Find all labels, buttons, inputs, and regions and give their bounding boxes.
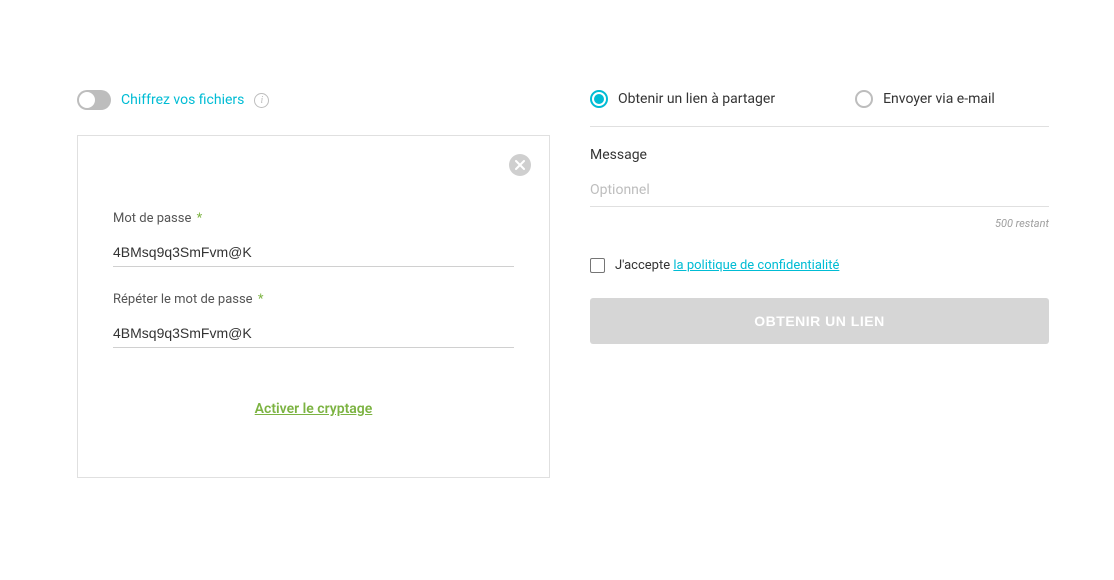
radio-link	[590, 90, 608, 108]
repeat-password-label: Répéter le mot de passe *	[113, 292, 514, 307]
encrypt-toggle[interactable]	[77, 90, 111, 110]
password-card: Mot de passe * Répéter le mot de passe *…	[77, 135, 550, 478]
message-label: Message	[590, 147, 1049, 163]
radio-link-label: Obtenir un lien à partager	[618, 91, 775, 107]
close-button[interactable]	[509, 154, 531, 176]
repeat-password-field-group: Répéter le mot de passe *	[113, 292, 514, 348]
password-input[interactable]	[113, 238, 514, 267]
radio-option-link[interactable]: Obtenir un lien à partager	[590, 90, 775, 108]
encrypt-toggle-label: Chiffrez vos fichiers	[121, 92, 244, 108]
radio-email-label: Envoyer via e-mail	[883, 91, 995, 107]
required-star: *	[193, 211, 202, 226]
password-label-text: Mot de passe	[113, 211, 191, 226]
toggle-knob	[79, 92, 95, 108]
password-field-group: Mot de passe *	[113, 211, 514, 267]
info-icon[interactable]: i	[254, 93, 269, 108]
activate-encryption-link[interactable]: Activer le cryptage	[255, 401, 373, 417]
close-icon	[515, 160, 525, 170]
password-label: Mot de passe *	[113, 211, 514, 226]
privacy-policy-link[interactable]: la politique de confidentialité	[673, 258, 839, 273]
repeat-password-input[interactable]	[113, 319, 514, 348]
accept-row: J'accepte la politique de confidentialit…	[590, 258, 1049, 273]
radio-email	[855, 90, 873, 108]
repeat-password-label-text: Répéter le mot de passe	[113, 292, 253, 307]
message-counter: 500 restant	[590, 217, 1049, 230]
encrypt-toggle-row: Chiffrez vos fichiers i	[77, 90, 550, 110]
accept-text: J'accepte la politique de confidentialit…	[615, 258, 839, 273]
message-input[interactable]	[590, 178, 1049, 207]
get-link-button[interactable]: OBTENIR UN LIEN	[590, 298, 1049, 344]
accept-checkbox[interactable]	[590, 258, 605, 273]
activate-encryption-row: Activer le cryptage	[113, 398, 514, 417]
required-star: *	[255, 292, 264, 307]
delivery-radio-group: Obtenir un lien à partager Envoyer via e…	[590, 90, 1049, 127]
accept-prefix: J'accepte	[615, 258, 670, 273]
radio-option-email[interactable]: Envoyer via e-mail	[855, 90, 995, 108]
